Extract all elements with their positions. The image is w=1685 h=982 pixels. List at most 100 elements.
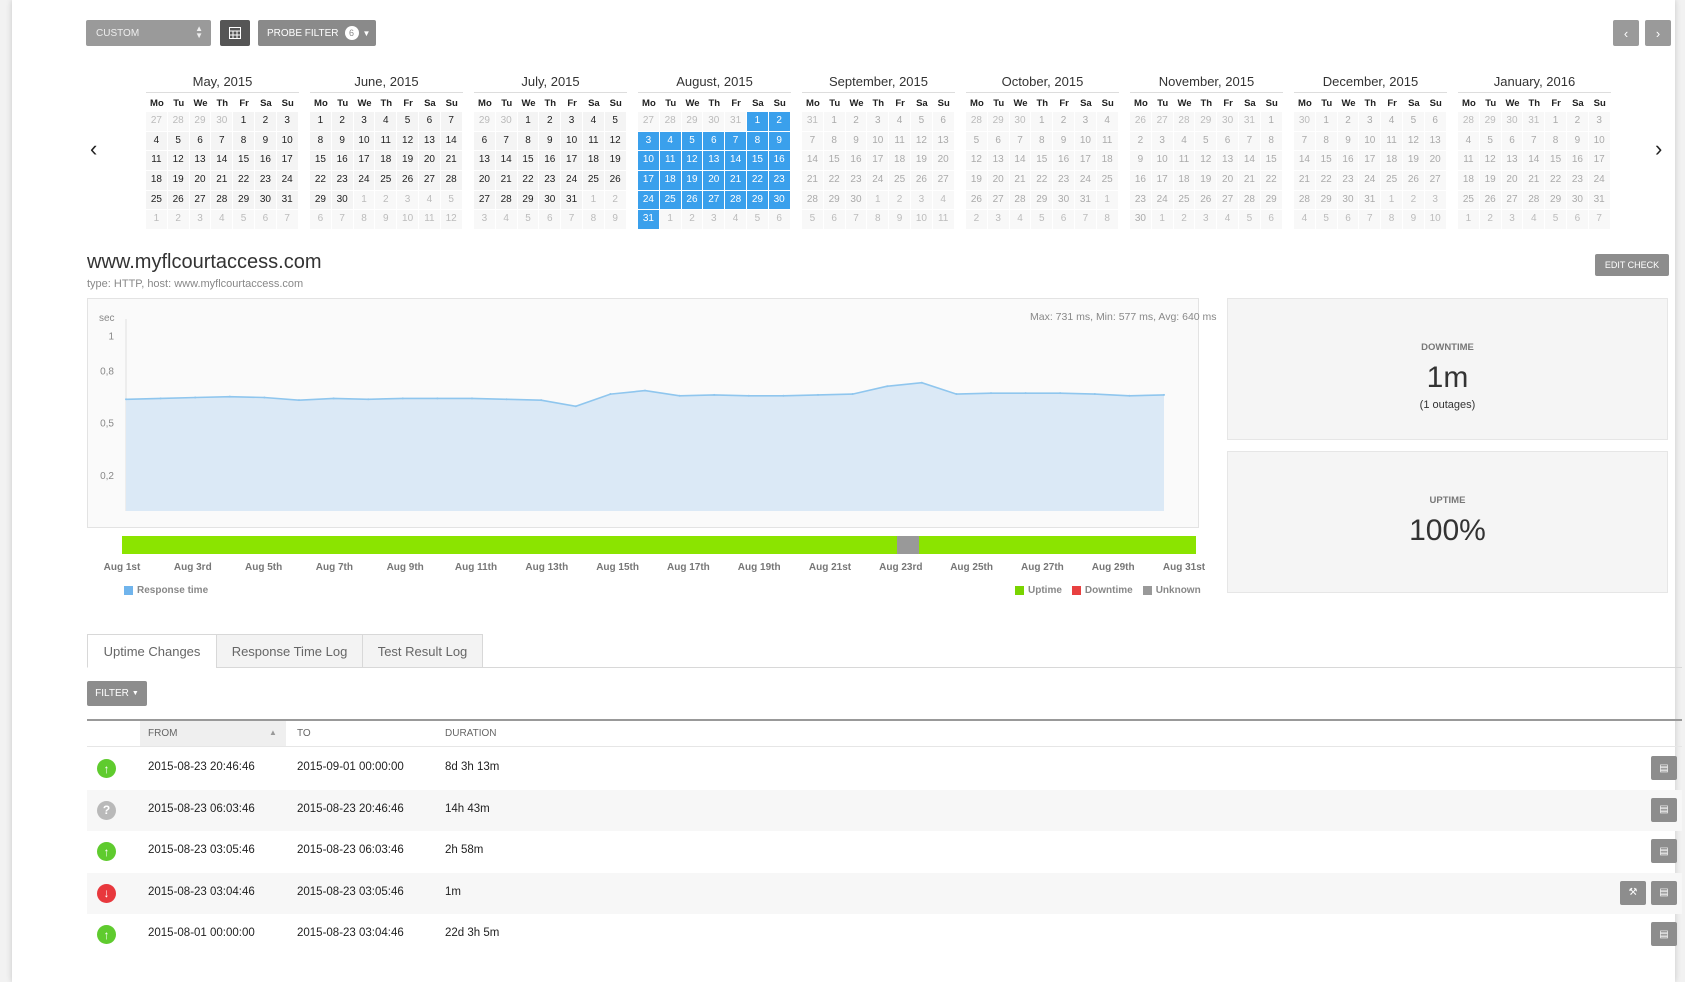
calendar-day[interactable]: 7 xyxy=(1294,131,1316,152)
calendar-day[interactable]: 14 xyxy=(1294,151,1316,172)
calendar-day[interactable]: 20 xyxy=(474,171,496,191)
calendar-day[interactable]: 23 xyxy=(1130,190,1152,211)
calendar-day[interactable]: 5 xyxy=(1402,112,1425,132)
calendar-prev-arrow-icon[interactable]: ‹ xyxy=(90,136,97,162)
calendar-day[interactable]: 24 xyxy=(867,171,890,191)
calendar-day[interactable]: 7 xyxy=(1238,131,1261,152)
calendar-day[interactable]: 4 xyxy=(1009,210,1032,231)
calendar-day[interactable]: 13 xyxy=(1217,151,1239,172)
calendar-day[interactable]: 17 xyxy=(276,151,299,172)
calendar-day[interactable]: 5 xyxy=(746,210,769,231)
calendar-day[interactable]: 5 xyxy=(233,210,255,231)
calendar-day[interactable]: 15 xyxy=(233,151,255,172)
calendar-day[interactable]: 9 xyxy=(889,210,911,231)
calendar-day[interactable]: 26 xyxy=(604,171,627,191)
calendar-day[interactable]: 9 xyxy=(768,131,791,152)
calendar-day[interactable]: 7 xyxy=(211,131,234,152)
calendar-day[interactable]: 3 xyxy=(1195,210,1218,231)
calendar-day[interactable]: 3 xyxy=(867,112,890,132)
calendar-day[interactable]: 4 xyxy=(1523,210,1546,231)
calendar-day[interactable]: 10 xyxy=(1151,151,1174,172)
calendar-day[interactable]: 31 xyxy=(1359,190,1382,211)
calendar-day[interactable]: 26 xyxy=(167,190,190,211)
calendar-day[interactable]: 9 xyxy=(1566,131,1589,152)
calendar-day[interactable]: 1 xyxy=(1458,210,1480,231)
calendar-day[interactable]: 18 xyxy=(1458,171,1480,191)
calendar-day[interactable]: 2 xyxy=(681,210,704,231)
calendar-day[interactable]: 12 xyxy=(1402,131,1425,152)
calendar-day[interactable]: 4 xyxy=(1096,112,1119,132)
tab-response-time-log[interactable]: Response Time Log xyxy=(216,634,363,668)
calendar-day[interactable]: 27 xyxy=(146,112,168,132)
calendar-day[interactable]: 3 xyxy=(397,190,419,211)
calendar-day[interactable]: 1 xyxy=(746,112,769,132)
calendar-day[interactable]: 11 xyxy=(375,131,398,152)
calendar-day[interactable]: 13 xyxy=(189,151,212,172)
calendar-day[interactable]: 25 xyxy=(1096,171,1119,191)
calendar-day[interactable]: 4 xyxy=(495,210,518,231)
calendar-next-arrow-icon[interactable]: › xyxy=(1655,136,1662,162)
calendar-day[interactable]: 16 xyxy=(768,151,791,172)
calendar-day[interactable]: 2 xyxy=(889,190,911,211)
calendar-day[interactable]: 30 xyxy=(703,112,726,132)
calendar-day[interactable]: 7 xyxy=(1523,131,1546,152)
calendar-day[interactable]: 16 xyxy=(254,151,277,172)
calendar-day[interactable]: 27 xyxy=(1151,112,1174,132)
calendar-day[interactable]: 10 xyxy=(910,210,933,231)
calendar-day[interactable]: 28 xyxy=(659,112,682,132)
calendar-day[interactable]: 28 xyxy=(1294,190,1316,211)
calendar-day[interactable]: 28 xyxy=(211,190,234,211)
calendar-day[interactable]: 19 xyxy=(397,151,419,172)
calendar-day[interactable]: 30 xyxy=(845,190,868,211)
calendar-day[interactable]: 29 xyxy=(233,190,255,211)
calendar-day[interactable]: 30 xyxy=(1501,112,1524,132)
calendar-day[interactable]: 29 xyxy=(1195,112,1218,132)
calendar-day[interactable]: 9 xyxy=(1130,151,1152,172)
calendar-day[interactable]: 24 xyxy=(276,171,299,191)
calendar-day[interactable]: 1 xyxy=(1031,112,1054,132)
calendar-day[interactable]: 4 xyxy=(1294,210,1316,231)
calendar-day[interactable]: 21 xyxy=(211,171,234,191)
calendar-day[interactable]: 20 xyxy=(189,171,212,191)
calendar-day[interactable]: 4 xyxy=(582,112,605,132)
calendar-day[interactable]: 27 xyxy=(1501,190,1524,211)
calendar-day[interactable]: 29 xyxy=(1545,190,1567,211)
calendar-day[interactable]: 28 xyxy=(440,171,463,191)
calendar-day[interactable]: 8 xyxy=(517,131,540,152)
calendar-day[interactable]: 3 xyxy=(638,131,660,152)
calendar-day[interactable]: 6 xyxy=(418,112,441,132)
calendar-day[interactable]: 21 xyxy=(1238,171,1261,191)
calendar-day[interactable]: 17 xyxy=(1588,151,1611,172)
calendar-day[interactable]: 15 xyxy=(1031,151,1054,172)
calendar-day[interactable]: 10 xyxy=(1424,210,1447,231)
calendar-day[interactable]: 21 xyxy=(802,171,824,191)
calendar-day[interactable]: 28 xyxy=(1009,190,1032,211)
calendar-day[interactable]: 21 xyxy=(1523,171,1546,191)
calendar-day[interactable]: 3 xyxy=(987,210,1010,231)
calendar-day[interactable]: 23 xyxy=(331,171,354,191)
calendar-day[interactable]: 7 xyxy=(1359,210,1382,231)
calendar-day[interactable]: 7 xyxy=(802,131,824,152)
calendar-day[interactable]: 12 xyxy=(681,151,704,172)
calendar-day[interactable]: 8 xyxy=(1096,210,1119,231)
calendar-day[interactable]: 24 xyxy=(353,171,376,191)
column-duration[interactable]: DURATION xyxy=(445,728,496,739)
calendar-day[interactable]: 1 xyxy=(310,112,332,132)
calendar-day[interactable]: 6 xyxy=(768,210,791,231)
calendar-day[interactable]: 11 xyxy=(889,131,911,152)
calendar-day[interactable]: 1 xyxy=(1096,190,1119,211)
calendar-day[interactable]: 2 xyxy=(254,112,277,132)
calendar-day[interactable]: 27 xyxy=(638,112,660,132)
column-from[interactable]: FROM xyxy=(148,728,177,739)
calendar-day[interactable]: 4 xyxy=(211,210,234,231)
calendar-day[interactable]: 29 xyxy=(310,190,332,211)
calendar-day[interactable]: 22 xyxy=(233,171,255,191)
calendar-day[interactable]: 14 xyxy=(495,151,518,172)
calendar-day[interactable]: 2 xyxy=(1130,131,1152,152)
calendar-day[interactable]: 6 xyxy=(310,210,332,231)
calendar-day[interactable]: 25 xyxy=(375,171,398,191)
calendar-day[interactable]: 29 xyxy=(823,190,846,211)
calendar-day[interactable]: 16 xyxy=(845,151,868,172)
calendar-button[interactable] xyxy=(220,20,250,46)
calendar-day[interactable]: 8 xyxy=(823,131,846,152)
